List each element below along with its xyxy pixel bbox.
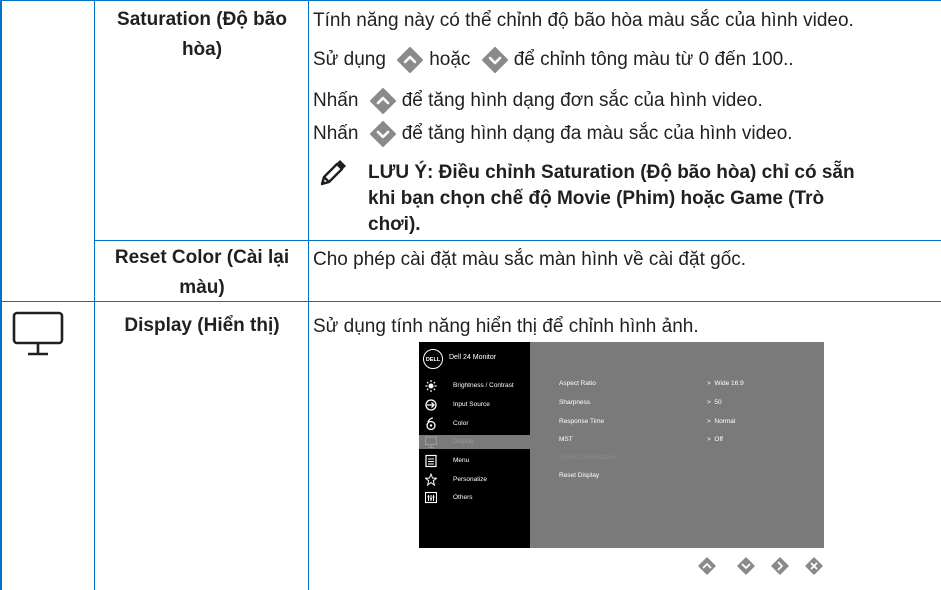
down-arrow-icon (369, 121, 396, 147)
line2-mid: hoặc (429, 49, 471, 71)
column-divider-1 (94, 0, 95, 590)
menu-icon (425, 454, 437, 468)
reset-color-label: Reset Color (Cài lại màu) (96, 243, 308, 303)
display-icon (425, 436, 437, 449)
option-reset-display[interactable]: Reset Display (559, 472, 599, 479)
osd-item-menu[interactable]: Menu (419, 454, 530, 468)
line2-pre: Sử dụng (313, 49, 386, 71)
option-aspect-ratio[interactable]: Aspect Ratio (559, 380, 596, 387)
option-value: 50 (714, 399, 722, 406)
line4-pre: Nhấn (313, 123, 359, 145)
line3-pre: Nhấn (313, 90, 359, 112)
saturation-line1: Tính năng này có thể chỉnh độ bão hòa mà… (313, 10, 854, 31)
brightness-icon (425, 380, 437, 392)
osd-item-label: Personalize (453, 476, 487, 483)
display-desc: Sử dụng tính năng hiển thị để chỉnh hình… (313, 316, 699, 337)
osd-item-brightness[interactable]: Brightness / Contrast (419, 379, 530, 393)
option-response-time-value: > Normal (707, 418, 736, 425)
saturation-line4: Nhấn để tăng hình dạng đa màu sắc của hì… (313, 121, 793, 147)
osd-item-label: Menu (453, 457, 470, 464)
option-value: Off (714, 436, 723, 443)
option-usb-c-prioritization: USB-C Prioritization (559, 454, 617, 461)
option-mst-value: > Off (707, 436, 723, 443)
option-mst[interactable]: MST (559, 436, 573, 443)
option-response-time[interactable]: Response Time (559, 418, 604, 425)
reset-color-label-line2: màu) (179, 277, 225, 298)
option-value: Normal (714, 418, 736, 425)
reset-color-desc: Cho phép cài đặt màu sắc màn hình về cài… (313, 249, 747, 270)
input-source-icon (425, 399, 437, 411)
saturation-label-line2: hòa) (181, 39, 223, 60)
monitor-icon (12, 311, 64, 356)
line2-post: để chỉnh tông màu từ 0 đến 100.. (513, 49, 794, 71)
option-sharpness[interactable]: Sharpness (559, 399, 590, 406)
up-arrow-icon (397, 47, 424, 73)
star-icon (425, 473, 437, 487)
up-arrow-button[interactable] (698, 557, 716, 575)
saturation-label-line1: Saturation (Độ bão (117, 9, 287, 30)
option-sharpness-value: > 50 (707, 399, 722, 406)
note-line3: chơi). (368, 214, 421, 235)
note-line2: khi bạn chọn chế độ Movie (Phim) hoặc Ga… (368, 188, 825, 209)
color-icon (426, 417, 436, 431)
line4-post: để tăng hình dạng đa màu sắc của hình vi… (401, 123, 793, 145)
saturation-line3: Nhấn để tăng hình dạng đơn sắc của hình … (313, 88, 763, 114)
row-divider-1 (94, 240, 941, 241)
osd-item-label: Brightness / Contrast (453, 382, 514, 389)
osd-item-color[interactable]: Color (419, 417, 530, 431)
down-arrow-icon (481, 47, 508, 73)
saturation-note: LƯU Ý: Điều chỉnh Saturation (Độ bão hòa… (368, 160, 928, 238)
others-icon (425, 491, 437, 504)
display-label: Display (Hiển thị) (124, 315, 280, 336)
left-border (0, 0, 2, 590)
osd-options-panel: Aspect Ratio > Wide 16:9 Sharpness > 50 … (530, 342, 824, 548)
down-arrow-button[interactable] (737, 557, 755, 575)
osd-sidebar: DELL Dell 24 Monitor Brightness / Contra… (419, 342, 530, 548)
option-aspect-ratio-value: > Wide 16:9 (707, 380, 744, 387)
top-border (0, 0, 941, 1)
line3-post: để tăng hình dạng đơn sắc của hình video… (401, 90, 763, 112)
option-value: Wide 16:9 (714, 380, 744, 387)
osd-item-label: Others (453, 494, 473, 501)
osd-menu: DELL Dell 24 Monitor Brightness / Contra… (419, 342, 824, 548)
osd-item-label: Display (453, 438, 475, 445)
osd-item-label: Input Source (453, 401, 490, 408)
osd-item-personalize[interactable]: Personalize (419, 473, 530, 487)
note-pencil-icon (318, 158, 348, 188)
right-arrow-button[interactable] (771, 557, 789, 575)
up-arrow-icon (369, 88, 396, 114)
note-line1: LƯU Ý: Điều chỉnh Saturation (Độ bão hòa… (368, 162, 855, 183)
osd-item-label: Color (453, 420, 469, 427)
reset-color-label-line1: Reset Color (Cài lại (114, 247, 290, 268)
osd-item-input-source[interactable]: Input Source (419, 398, 530, 412)
osd-item-display[interactable]: Display (419, 435, 530, 449)
column-divider-2 (308, 0, 309, 590)
saturation-line2: Sử dụng hoặc để chỉnh tông màu từ 0 đến … (313, 47, 794, 73)
osd-title: Dell 24 Monitor (449, 354, 497, 361)
close-button[interactable] (805, 557, 823, 575)
osd-item-others[interactable]: Others (419, 491, 530, 505)
dell-logo: DELL (423, 349, 443, 369)
saturation-label: Saturation (Độ bão hòa) (96, 5, 308, 65)
